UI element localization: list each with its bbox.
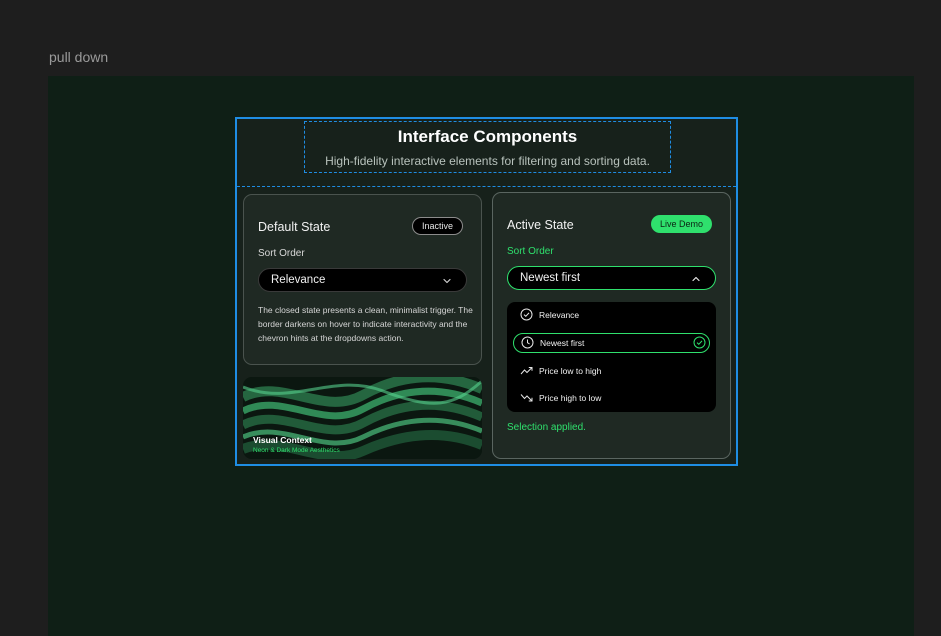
card-title: Default State <box>258 220 331 234</box>
select-value: Newest first <box>520 272 581 284</box>
menu-item-relevance[interactable]: Relevance <box>513 305 710 325</box>
clock-icon <box>521 336 534 349</box>
card-title: Active State <box>507 218 574 232</box>
check-circle-icon <box>520 308 533 321</box>
sort-select-open[interactable]: Newest first <box>507 266 716 290</box>
selected-check-icon <box>693 336 706 349</box>
state-description: The closed state presents a clean, minim… <box>258 305 473 343</box>
page-subtitle: High-fidelity interactive elements for f… <box>325 154 650 168</box>
menu-item-newest-first[interactable]: Newest first <box>513 333 710 353</box>
dropdown-menu: Relevance Newest first Price low to high… <box>507 302 716 412</box>
menu-item-label: Price low to high <box>539 366 602 376</box>
selected-component[interactable]: Interface Components High-fidelity inter… <box>235 117 738 466</box>
menu-item-price-high-to-low[interactable]: Price high to low <box>513 388 710 408</box>
sort-select-closed[interactable]: Relevance <box>258 268 467 292</box>
chevron-down-icon <box>443 278 451 284</box>
section-divider <box>237 186 736 187</box>
menu-item-label: Price high to low <box>539 393 602 403</box>
sort-order-label: Sort Order <box>258 248 305 259</box>
trending-up-icon <box>520 367 533 375</box>
visual-context-image: Visual Context Neon & Dark Mode Aestheti… <box>243 377 482 459</box>
default-state-card: Default State Inactive Sort Order Releva… <box>243 194 482 365</box>
header: Interface Components High-fidelity inter… <box>304 121 671 173</box>
active-state-card: Active State Live Demo Sort Order Newest… <box>492 192 731 459</box>
menu-item-price-low-to-high[interactable]: Price low to high <box>513 361 710 381</box>
select-value: Relevance <box>271 274 326 286</box>
sort-order-label: Sort Order <box>507 246 554 257</box>
menu-item-label: Newest first <box>540 338 585 348</box>
page-title: Interface Components <box>397 127 578 146</box>
status-badge-live: Live Demo <box>650 215 712 233</box>
chevron-up-icon <box>692 276 700 282</box>
trending-down-icon <box>520 394 533 402</box>
image-caption-subtitle: Neon & Dark Mode Aesthetics <box>253 447 340 454</box>
selection-status: Selection applied. <box>507 422 586 433</box>
status-badge-inactive: Inactive <box>411 217 463 235</box>
canvas-frame-label[interactable]: pull down <box>49 49 108 65</box>
menu-item-label: Relevance <box>539 310 580 320</box>
image-caption-title: Visual Context <box>253 435 312 445</box>
